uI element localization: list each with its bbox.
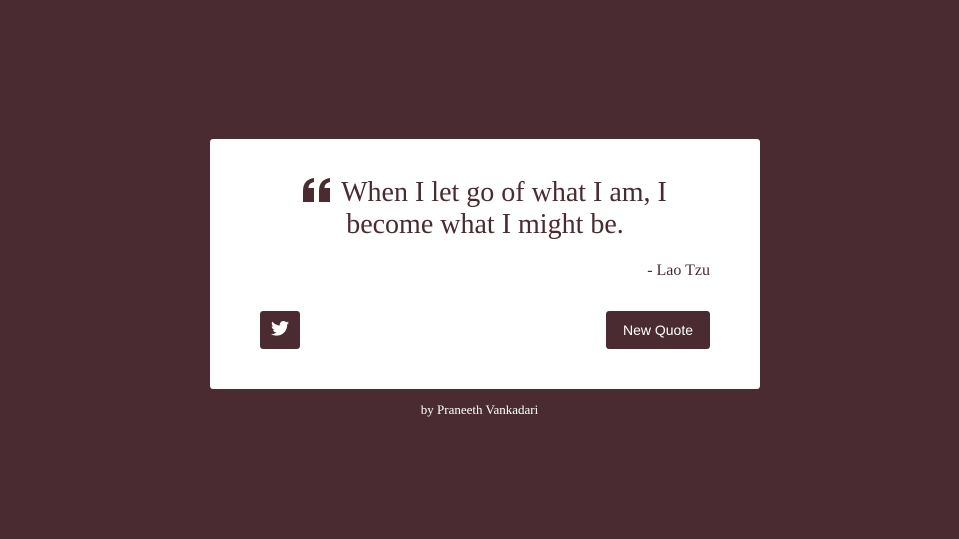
quote-text-container: When I let go of what I am, I become wha…	[260, 177, 710, 241]
quote-box: When I let go of what I am, I become wha…	[210, 139, 760, 389]
quote-author: - Lao Tzu	[647, 262, 710, 279]
footer-credit: by Praneeth Vankadari	[420, 402, 539, 417]
quote-text: When I let go of what I am, I become wha…	[341, 177, 667, 240]
twitter-icon	[271, 321, 289, 339]
tweet-button[interactable]	[260, 311, 300, 349]
quote-left-icon	[303, 178, 331, 202]
new-quote-button[interactable]: New Quote	[606, 311, 710, 349]
